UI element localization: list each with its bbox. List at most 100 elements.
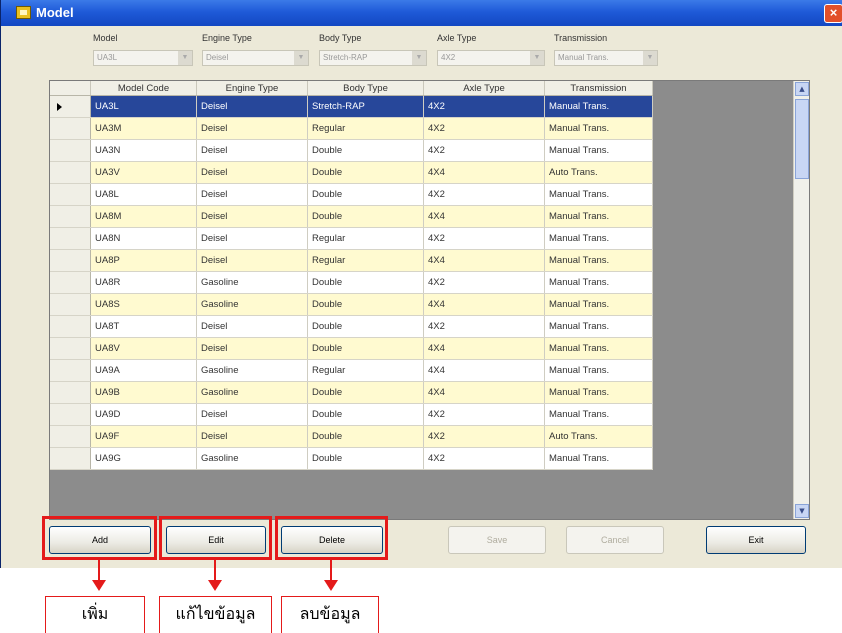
cell-engine-type[interactable]: Deisel: [196, 183, 308, 206]
row-header[interactable]: [50, 139, 91, 162]
cell-body-type[interactable]: Double: [307, 447, 424, 470]
filter-axle-type-combo[interactable]: 4X2 ▼: [437, 50, 545, 66]
cell-body-type[interactable]: Double: [307, 403, 424, 426]
table-row[interactable]: UA9B Gasoline Double 4X4 Manual Trans.: [50, 381, 653, 404]
row-header[interactable]: [50, 271, 91, 294]
table-row[interactable]: UA3M Deisel Regular 4X2 Manual Trans.: [50, 117, 653, 140]
cell-axle-type[interactable]: 4X4: [423, 205, 545, 228]
scroll-down-icon[interactable]: ▼: [795, 504, 809, 518]
cell-body-type[interactable]: Double: [307, 139, 424, 162]
cell-engine-type[interactable]: Deisel: [196, 139, 308, 162]
filter-transmission-combo[interactable]: Manual Trans. ▼: [554, 50, 658, 66]
cell-model-code[interactable]: UA3L: [90, 95, 197, 118]
cell-model-code[interactable]: UA8M: [90, 205, 197, 228]
cell-axle-type[interactable]: 4X2: [423, 315, 545, 338]
cell-body-type[interactable]: Regular: [307, 227, 424, 250]
table-row[interactable]: UA3V Deisel Double 4X4 Auto Trans.: [50, 161, 653, 184]
cell-body-type[interactable]: Double: [307, 315, 424, 338]
cell-transmission[interactable]: Manual Trans.: [544, 249, 653, 272]
cell-transmission[interactable]: Manual Trans.: [544, 95, 653, 118]
cell-transmission[interactable]: Manual Trans.: [544, 359, 653, 382]
table-row[interactable]: UA8P Deisel Regular 4X4 Manual Trans.: [50, 249, 653, 272]
close-button[interactable]: ×: [824, 4, 842, 23]
cell-transmission[interactable]: Manual Trans.: [544, 403, 653, 426]
cell-axle-type[interactable]: 4X4: [423, 293, 545, 316]
cell-transmission[interactable]: Auto Trans.: [544, 425, 653, 448]
chevron-down-icon[interactable]: ▼: [530, 51, 544, 65]
cell-model-code[interactable]: UA9F: [90, 425, 197, 448]
scroll-thumb[interactable]: [795, 99, 809, 179]
filter-body-type-combo[interactable]: Stretch-RAP ▼: [319, 50, 427, 66]
cell-model-code[interactable]: UA9A: [90, 359, 197, 382]
cell-engine-type[interactable]: Deisel: [196, 117, 308, 140]
cell-model-code[interactable]: UA8N: [90, 227, 197, 250]
cell-model-code[interactable]: UA9D: [90, 403, 197, 426]
table-row[interactable]: UA9A Gasoline Regular 4X4 Manual Trans.: [50, 359, 653, 382]
cell-body-type[interactable]: Regular: [307, 117, 424, 140]
row-header[interactable]: [50, 227, 91, 250]
cell-axle-type[interactable]: 4X2: [423, 227, 545, 250]
table-row[interactable]: UA8M Deisel Double 4X4 Manual Trans.: [50, 205, 653, 228]
cell-engine-type[interactable]: Gasoline: [196, 293, 308, 316]
row-header[interactable]: [50, 403, 91, 426]
table-row[interactable]: UA8T Deisel Double 4X2 Manual Trans.: [50, 315, 653, 338]
cell-axle-type[interactable]: 4X2: [423, 95, 545, 118]
row-header[interactable]: [50, 381, 91, 404]
cell-axle-type[interactable]: 4X2: [423, 183, 545, 206]
cell-transmission[interactable]: Manual Trans.: [544, 337, 653, 360]
cell-model-code[interactable]: UA8R: [90, 271, 197, 294]
cell-body-type[interactable]: Double: [307, 205, 424, 228]
table-row[interactable]: UA3N Deisel Double 4X2 Manual Trans.: [50, 139, 653, 162]
cell-axle-type[interactable]: 4X2: [423, 271, 545, 294]
cell-transmission[interactable]: Manual Trans.: [544, 205, 653, 228]
row-header[interactable]: [50, 293, 91, 316]
cell-body-type[interactable]: Double: [307, 161, 424, 184]
cell-engine-type[interactable]: Deisel: [196, 315, 308, 338]
cell-model-code[interactable]: UA8L: [90, 183, 197, 206]
save-button[interactable]: Save: [448, 526, 546, 554]
row-header[interactable]: [50, 205, 91, 228]
cell-body-type[interactable]: Double: [307, 271, 424, 294]
vertical-scrollbar[interactable]: ▲ ▼: [793, 81, 809, 519]
row-header[interactable]: [50, 183, 91, 206]
column-header-axle-type[interactable]: Axle Type: [423, 81, 545, 96]
row-header[interactable]: [50, 337, 91, 360]
chevron-down-icon[interactable]: ▼: [178, 51, 192, 65]
cell-body-type[interactable]: Double: [307, 183, 424, 206]
cell-transmission[interactable]: Manual Trans.: [544, 271, 653, 294]
table-row[interactable]: UA8R Gasoline Double 4X2 Manual Trans.: [50, 271, 653, 294]
cell-engine-type[interactable]: Deisel: [196, 95, 308, 118]
cell-body-type[interactable]: Double: [307, 293, 424, 316]
cell-transmission[interactable]: Manual Trans.: [544, 315, 653, 338]
exit-button[interactable]: Exit: [706, 526, 806, 554]
cell-engine-type[interactable]: Deisel: [196, 249, 308, 272]
cell-engine-type[interactable]: Deisel: [196, 205, 308, 228]
cell-engine-type[interactable]: Deisel: [196, 227, 308, 250]
cell-axle-type[interactable]: 4X2: [423, 117, 545, 140]
chevron-down-icon[interactable]: ▼: [412, 51, 426, 65]
cell-model-code[interactable]: UA3V: [90, 161, 197, 184]
table-row[interactable]: UA8S Gasoline Double 4X4 Manual Trans.: [50, 293, 653, 316]
table-row[interactable]: UA9D Deisel Double 4X2 Manual Trans.: [50, 403, 653, 426]
row-header[interactable]: [50, 447, 91, 470]
cell-body-type[interactable]: Regular: [307, 249, 424, 272]
table-row[interactable]: UA3L Deisel Stretch-RAP 4X2 Manual Trans.: [50, 95, 653, 118]
cancel-button[interactable]: Cancel: [566, 526, 664, 554]
cell-axle-type[interactable]: 4X4: [423, 161, 545, 184]
cell-axle-type[interactable]: 4X4: [423, 381, 545, 404]
row-header[interactable]: [50, 425, 91, 448]
table-row[interactable]: UA8V Deisel Double 4X4 Manual Trans.: [50, 337, 653, 360]
table-row[interactable]: UA8L Deisel Double 4X2 Manual Trans.: [50, 183, 653, 206]
cell-axle-type[interactable]: 4X2: [423, 139, 545, 162]
row-header[interactable]: [50, 249, 91, 272]
cell-transmission[interactable]: Manual Trans.: [544, 117, 653, 140]
table-row[interactable]: UA9F Deisel Double 4X2 Auto Trans.: [50, 425, 653, 448]
cell-body-type[interactable]: Regular: [307, 359, 424, 382]
cell-transmission[interactable]: Manual Trans.: [544, 293, 653, 316]
cell-body-type[interactable]: Double: [307, 425, 424, 448]
cell-model-code[interactable]: UA3N: [90, 139, 197, 162]
cell-model-code[interactable]: UA9B: [90, 381, 197, 404]
cell-model-code[interactable]: UA8P: [90, 249, 197, 272]
cell-body-type[interactable]: Double: [307, 381, 424, 404]
cell-transmission[interactable]: Manual Trans.: [544, 139, 653, 162]
